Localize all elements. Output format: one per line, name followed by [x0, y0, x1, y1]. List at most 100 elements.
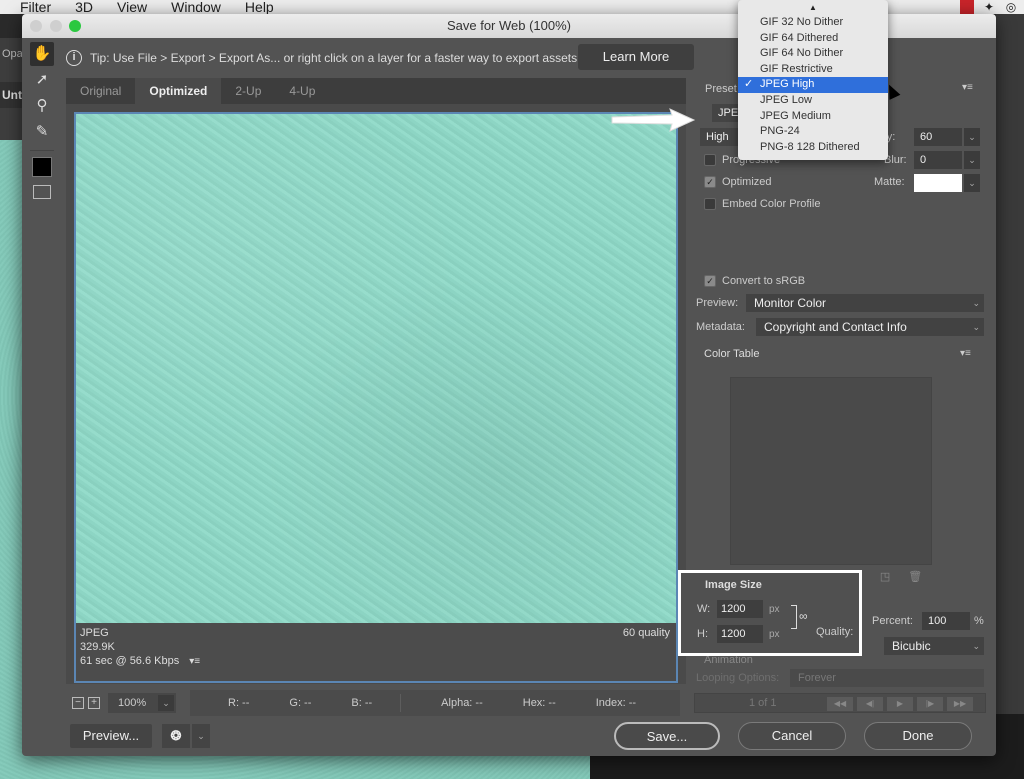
last-frame-icon[interactable]: ▶▶ — [947, 697, 973, 711]
tab-4-up[interactable]: 4-Up — [275, 78, 329, 104]
width-label: W: — [697, 603, 711, 615]
width-input[interactable]: 1200 — [717, 600, 763, 618]
image-size-section: Image Size W: 1200 px H: 1200 px ∞ Quali… — [678, 570, 862, 656]
new-color-icon[interactable]: ◳ — [880, 570, 890, 583]
constrain-bracket — [791, 605, 797, 629]
optimize-menu-icon[interactable]: ▾≡ — [962, 82, 973, 93]
preset-option[interactable]: GIF Restrictive — [738, 62, 888, 78]
preset-option[interactable]: JPEG Low — [738, 93, 888, 109]
browser-icon[interactable]: ❂ — [162, 724, 190, 748]
link-proportions-icon[interactable]: ∞ — [799, 609, 808, 623]
preset-option[interactable]: PNG-24 — [738, 124, 888, 140]
preset-option[interactable]: GIF 32 No Dither — [738, 15, 888, 31]
looping-options-select[interactable]: Forever — [790, 669, 984, 687]
menu-help[interactable]: Help — [245, 0, 274, 14]
scroll-up-icon[interactable]: ▲ — [738, 0, 888, 15]
background-right-panel — [996, 14, 1024, 714]
menu-filter[interactable]: Filter — [20, 0, 51, 14]
embed-color-profile-label: Embed Color Profile — [722, 198, 821, 210]
readout-alpha: Alpha: -- — [441, 697, 483, 709]
matte-label: Matte: — [874, 176, 905, 188]
maximize-window-button[interactable] — [69, 20, 81, 32]
trash-icon[interactable]: 🗑︎ — [908, 570, 922, 583]
download-speed-menu-icon[interactable]: ▾≡ — [189, 655, 200, 669]
quality-input[interactable]: 60 — [914, 128, 962, 146]
matte-chevron-icon[interactable]: ⌄ — [964, 174, 980, 192]
hand-tool-icon[interactable]: ✋ — [30, 42, 54, 66]
readout-hex: Hex: -- — [522, 697, 556, 709]
preset-option[interactable]: GIF 64 No Dither — [738, 46, 888, 62]
chevron-down-icon: ⌄ — [158, 695, 174, 711]
optimized-preview[interactable]: JPEG 329.9K 61 sec @ 56.6 Kbps ▾≡ 60 qual… — [74, 112, 678, 683]
metadata-select[interactable]: Copyright and Contact Info ⌄ — [756, 318, 984, 336]
menu-view[interactable]: View — [117, 0, 147, 14]
zoom-tool-icon[interactable]: ⚲ — [30, 94, 54, 118]
preview-image[interactable] — [76, 114, 676, 623]
recording-icon[interactable] — [960, 0, 974, 14]
close-window-button[interactable] — [30, 20, 42, 32]
zoom-level-select[interactable]: 100% ⌄ — [108, 693, 176, 713]
height-input[interactable]: 1200 — [717, 625, 763, 643]
preset-option[interactable]: PNG-8 128 Dithered — [738, 140, 888, 156]
preview-mode-value: Monitor Color — [754, 296, 827, 310]
height-unit: px — [769, 629, 780, 640]
first-frame-icon[interactable]: ◀◀ — [827, 697, 853, 711]
bg-opacity-label: Opa — [2, 48, 23, 60]
matte-color-swatch[interactable] — [914, 174, 962, 192]
preset-option[interactable]: GIF 64 Dithered — [738, 31, 888, 47]
quality-chevron-icon[interactable]: ⌄ — [964, 128, 980, 146]
resample-quality-select[interactable]: Bicubic ⌄ — [884, 637, 984, 655]
learn-more-button[interactable]: Learn More — [578, 44, 694, 70]
browser-dropdown-chevron-icon[interactable]: ⌄ — [192, 724, 210, 748]
dialog-title: Save for Web (100%) — [446, 18, 572, 33]
percent-unit: % — [974, 615, 984, 627]
progressive-checkbox[interactable] — [704, 154, 716, 166]
tab-original[interactable]: Original — [66, 78, 135, 104]
tab-2-up[interactable]: 2-Up — [221, 78, 275, 104]
tool-divider — [30, 150, 54, 151]
readout-b: B: -- — [351, 697, 373, 709]
optimized-checkbox[interactable]: ✓ — [704, 176, 716, 188]
color-table[interactable] — [730, 377, 932, 565]
preview-info: JPEG 329.9K 61 sec @ 56.6 Kbps ▾≡ — [80, 626, 200, 669]
readout-divider — [400, 694, 402, 712]
dropbox-icon[interactable]: ✦ — [982, 0, 996, 14]
percent-input[interactable]: 100 — [922, 612, 970, 630]
tab-optimized[interactable]: Optimized — [135, 78, 222, 104]
menu-window[interactable]: Window — [171, 0, 221, 14]
save-button[interactable]: Save... — [614, 722, 720, 750]
cancel-button[interactable]: Cancel — [738, 722, 846, 750]
next-frame-icon[interactable]: |▶ — [917, 697, 943, 711]
color-readouts: R: -- G: -- B: -- Alpha: -- Hex: -- Inde… — [190, 690, 680, 716]
animation-controls: 1 of 1 ◀◀ ◀| ▶ |▶ ▶▶ — [694, 693, 986, 713]
chevron-down-icon: ⌄ — [972, 322, 980, 332]
play-icon[interactable]: ▶ — [887, 697, 913, 711]
previous-frame-icon[interactable]: ◀| — [857, 697, 883, 711]
minimize-window-button[interactable] — [50, 20, 62, 32]
color-table-menu-icon[interactable]: ▾≡ — [960, 348, 971, 359]
zoom-in-button[interactable]: + — [88, 697, 100, 709]
toggle-slices-icon[interactable] — [33, 185, 51, 199]
creative-cloud-icon[interactable]: ◎ — [1004, 0, 1018, 14]
preview-area: JPEG 329.9K 61 sec @ 56.6 Kbps ▾≡ 60 qual… — [66, 104, 686, 684]
preset-option-selected[interactable]: ✓ JPEG High — [738, 77, 888, 93]
convert-srgb-label: Convert to sRGB — [722, 275, 806, 287]
looping-options-label: Looping Options: — [696, 672, 780, 684]
preview-in-browser-button[interactable]: Preview... — [70, 724, 152, 748]
eyedropper-color-swatch[interactable] — [32, 157, 52, 177]
blur-input[interactable]: 0 — [914, 151, 962, 169]
done-button[interactable]: Done — [864, 722, 972, 750]
chevron-down-icon: ⌄ — [972, 298, 980, 308]
embed-color-profile-checkbox[interactable] — [704, 198, 716, 210]
zoom-out-button[interactable]: − — [72, 697, 84, 709]
menu-3d[interactable]: 3D — [75, 0, 93, 14]
convert-srgb-checkbox[interactable]: ✓ — [704, 275, 716, 287]
preview-mode-select[interactable]: Monitor Color ⌄ — [746, 294, 984, 312]
slice-select-tool-icon[interactable]: ➚ — [30, 68, 54, 92]
tool-strip: ✋ ➚ ⚲ ✎ — [30, 42, 56, 199]
blur-chevron-icon[interactable]: ⌄ — [964, 151, 980, 169]
menu-tray: ✦ ◎ — [960, 0, 1018, 14]
preset-option[interactable]: JPEG Medium — [738, 109, 888, 125]
chevron-down-icon: ⌄ — [972, 641, 980, 651]
eyedropper-tool-icon[interactable]: ✎ — [30, 120, 54, 144]
